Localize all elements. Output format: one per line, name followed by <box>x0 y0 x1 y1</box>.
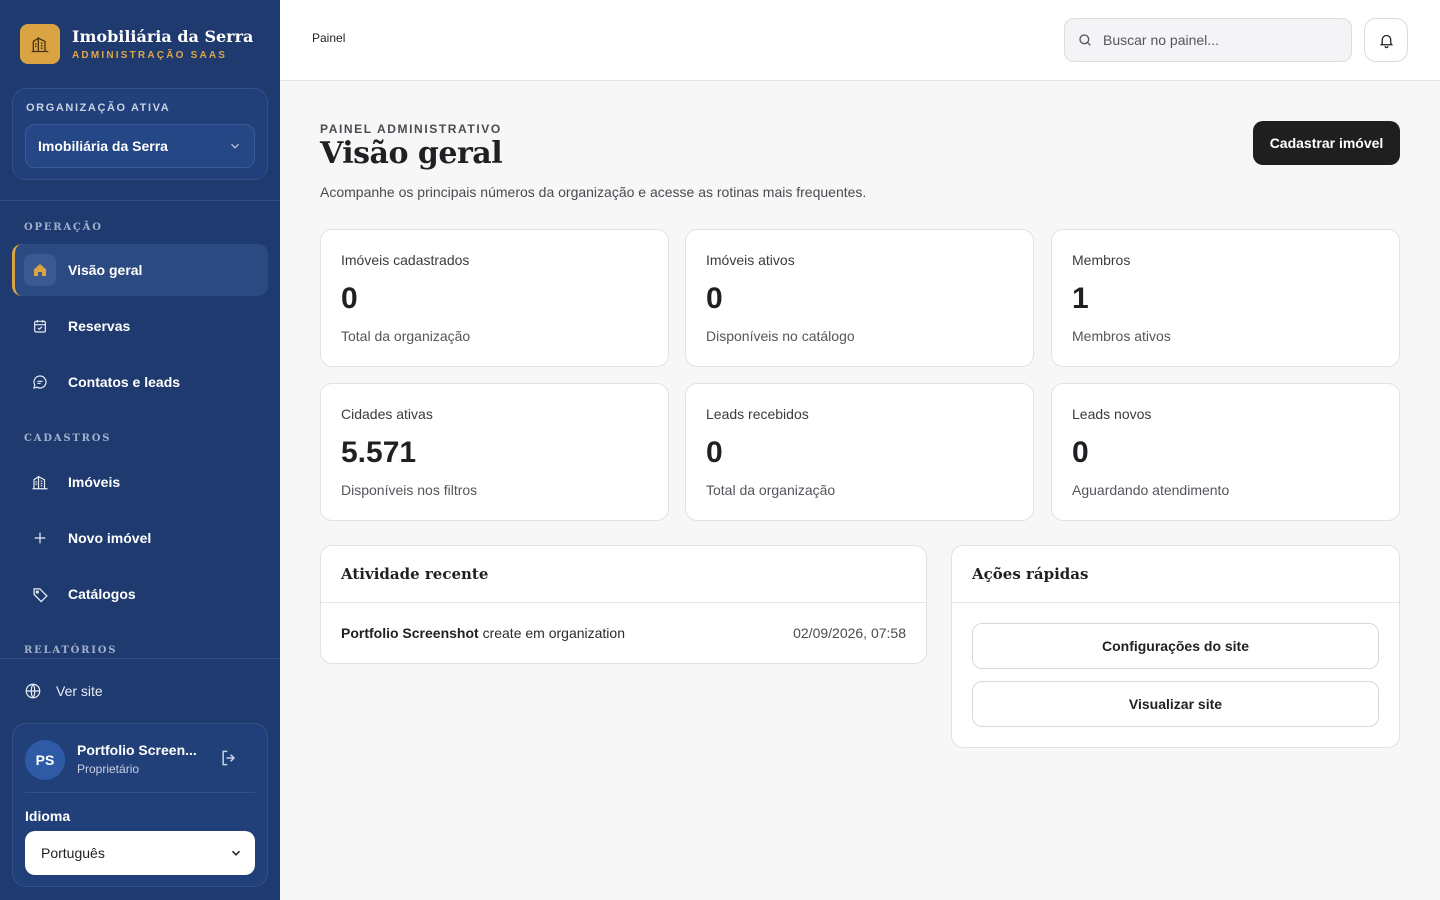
stat-subtitle: Total da organização <box>706 482 836 498</box>
sidebar-item-visao-geral[interactable]: Visão geral <box>12 244 268 296</box>
sidebar-item-label: Novo imóvel <box>68 530 152 546</box>
sidebar-item-catalogos[interactable]: Catálogos <box>12 568 268 620</box>
view-site-button[interactable]: Visualizar site <box>972 681 1379 727</box>
stat-label: Leads recebidos <box>706 406 809 422</box>
language-selected: Português <box>41 845 105 861</box>
brand-subtitle: ADMINISTRAÇÃO SAAS <box>72 50 228 61</box>
recent-activity-panel: Atividade recente Portfolio Screenshot c… <box>320 545 927 664</box>
stat-value: 0 <box>1072 436 1089 469</box>
divider <box>0 200 280 201</box>
search-icon <box>1079 34 1091 46</box>
sidebar-item-label: Catálogos <box>68 586 136 602</box>
stat-label: Membros <box>1072 252 1131 268</box>
stat-value: 0 <box>706 436 723 469</box>
sidebar-item-imoveis[interactable]: Imóveis <box>12 456 268 508</box>
list-item: Portfolio Screenshot create em organizat… <box>341 625 906 641</box>
user-name: Portfolio Screen... <box>77 742 197 758</box>
activity-time: 02/09/2026, 07:58 <box>793 625 906 641</box>
language-select[interactable]: Português <box>25 831 255 875</box>
chat-icon <box>28 370 52 394</box>
notifications-button[interactable] <box>1364 18 1408 62</box>
divider <box>321 602 926 603</box>
stat-card-leads-recebidos: Leads recebidos 0 Total da organização <box>685 383 1034 521</box>
user-role: Proprietário <box>77 762 140 776</box>
org-select[interactable]: Imobiliária da Serra <box>25 124 255 168</box>
activity-actor: Portfolio Screenshot <box>341 625 479 641</box>
building-icon <box>28 470 52 494</box>
search-box[interactable] <box>1064 18 1352 62</box>
stat-card-imoveis-ativos: Imóveis ativos 0 Disponíveis no catálogo <box>685 229 1034 367</box>
brand[interactable]: Imobiliária da Serra ADMINISTRAÇÃO SAAS <box>20 24 253 64</box>
stat-card-imoveis-cadastrados: Imóveis cadastrados 0 Total da organizaç… <box>320 229 669 367</box>
stat-subtitle: Membros ativos <box>1072 328 1171 344</box>
stat-subtitle: Disponíveis nos filtros <box>341 482 478 498</box>
divider <box>0 658 280 659</box>
stat-label: Imóveis ativos <box>706 252 795 268</box>
logout-icon[interactable] <box>219 748 243 772</box>
section-relatorios: RELATÓRIOS <box>24 645 118 656</box>
organization-switcher: ORGANIZAÇÃO ATIVA Imobiliária da Serra <box>12 88 268 180</box>
brand-name: Imobiliária da Serra <box>72 27 254 46</box>
sidebar-item-label: Imóveis <box>68 474 121 490</box>
stat-value: 0 <box>341 282 358 315</box>
page-title: Visão geral <box>320 136 503 171</box>
panel-title: Atividade recente <box>341 565 489 583</box>
calendar-icon <box>28 314 52 338</box>
divider <box>952 602 1399 603</box>
activity-action: create em organization <box>478 625 625 641</box>
topbar: Painel <box>280 0 1440 81</box>
building-icon <box>20 24 60 64</box>
chevron-down-icon <box>231 143 239 149</box>
stat-card-leads-novos: Leads novos 0 Aguardando atendimento <box>1051 383 1400 521</box>
stat-card-membros: Membros 1 Membros ativos <box>1051 229 1400 367</box>
sidebar-item-reservas[interactable]: Reservas <box>12 300 268 352</box>
org-label: ORGANIZAÇÃO ATIVA <box>26 102 171 114</box>
home-icon <box>24 254 56 286</box>
site-settings-button[interactable]: Configurações do site <box>972 623 1379 669</box>
stat-subtitle: Disponíveis no catálogo <box>706 328 855 344</box>
stat-label: Leads novos <box>1072 406 1152 422</box>
page-description: Acompanhe os principais números da organ… <box>320 184 867 200</box>
breadcrumb[interactable]: Painel <box>312 31 345 45</box>
sidebar: Imobiliária da Serra ADMINISTRAÇÃO SAAS … <box>0 0 280 900</box>
tag-icon <box>28 582 52 606</box>
language-label: Idioma <box>25 808 71 824</box>
divider <box>25 792 255 793</box>
bell-icon <box>1379 34 1393 48</box>
stat-label: Cidades ativas <box>341 406 433 422</box>
chevron-down-icon <box>231 850 241 856</box>
sidebar-item-novo-imovel[interactable]: Novo imóvel <box>12 512 268 564</box>
activity-text: Portfolio Screenshot create em organizat… <box>341 625 625 641</box>
quick-actions-panel: Ações rápidas Configurações do site Visu… <box>951 545 1400 748</box>
avatar: PS <box>25 740 65 780</box>
stat-value: 1 <box>1072 282 1089 315</box>
globe-icon <box>25 683 41 699</box>
stat-card-cidades-ativas: Cidades ativas 5.571 Disponíveis nos fil… <box>320 383 669 521</box>
sidebar-item-label: Reservas <box>68 318 131 334</box>
section-operacao: OPERAÇÃO <box>24 222 103 233</box>
stat-value: 5.571 <box>341 436 417 469</box>
sidebar-item-label: Visão geral <box>68 262 143 278</box>
search-input[interactable] <box>1103 32 1333 48</box>
stat-value: 0 <box>706 282 723 315</box>
ver-site-label: Ver site <box>56 683 103 699</box>
cadastrar-imovel-button[interactable]: Cadastrar imóvel <box>1253 121 1400 165</box>
plus-icon <box>28 526 52 550</box>
page-eyebrow: PAINEL ADMINISTRATIVO <box>320 122 502 136</box>
panel-title: Ações rápidas <box>972 565 1089 583</box>
sidebar-item-contatos[interactable]: Contatos e leads <box>12 356 268 408</box>
user-panel: PS Portfolio Screen... Proprietário Idio… <box>12 723 268 887</box>
stat-label: Imóveis cadastrados <box>341 252 470 268</box>
stat-subtitle: Aguardando atendimento <box>1072 482 1230 498</box>
org-selected: Imobiliária da Serra <box>38 138 168 154</box>
sidebar-item-label: Contatos e leads <box>68 374 181 390</box>
stat-subtitle: Total da organização <box>341 328 471 344</box>
section-cadastros: CADASTROS <box>24 433 112 444</box>
ver-site-link[interactable]: Ver site <box>24 682 103 700</box>
